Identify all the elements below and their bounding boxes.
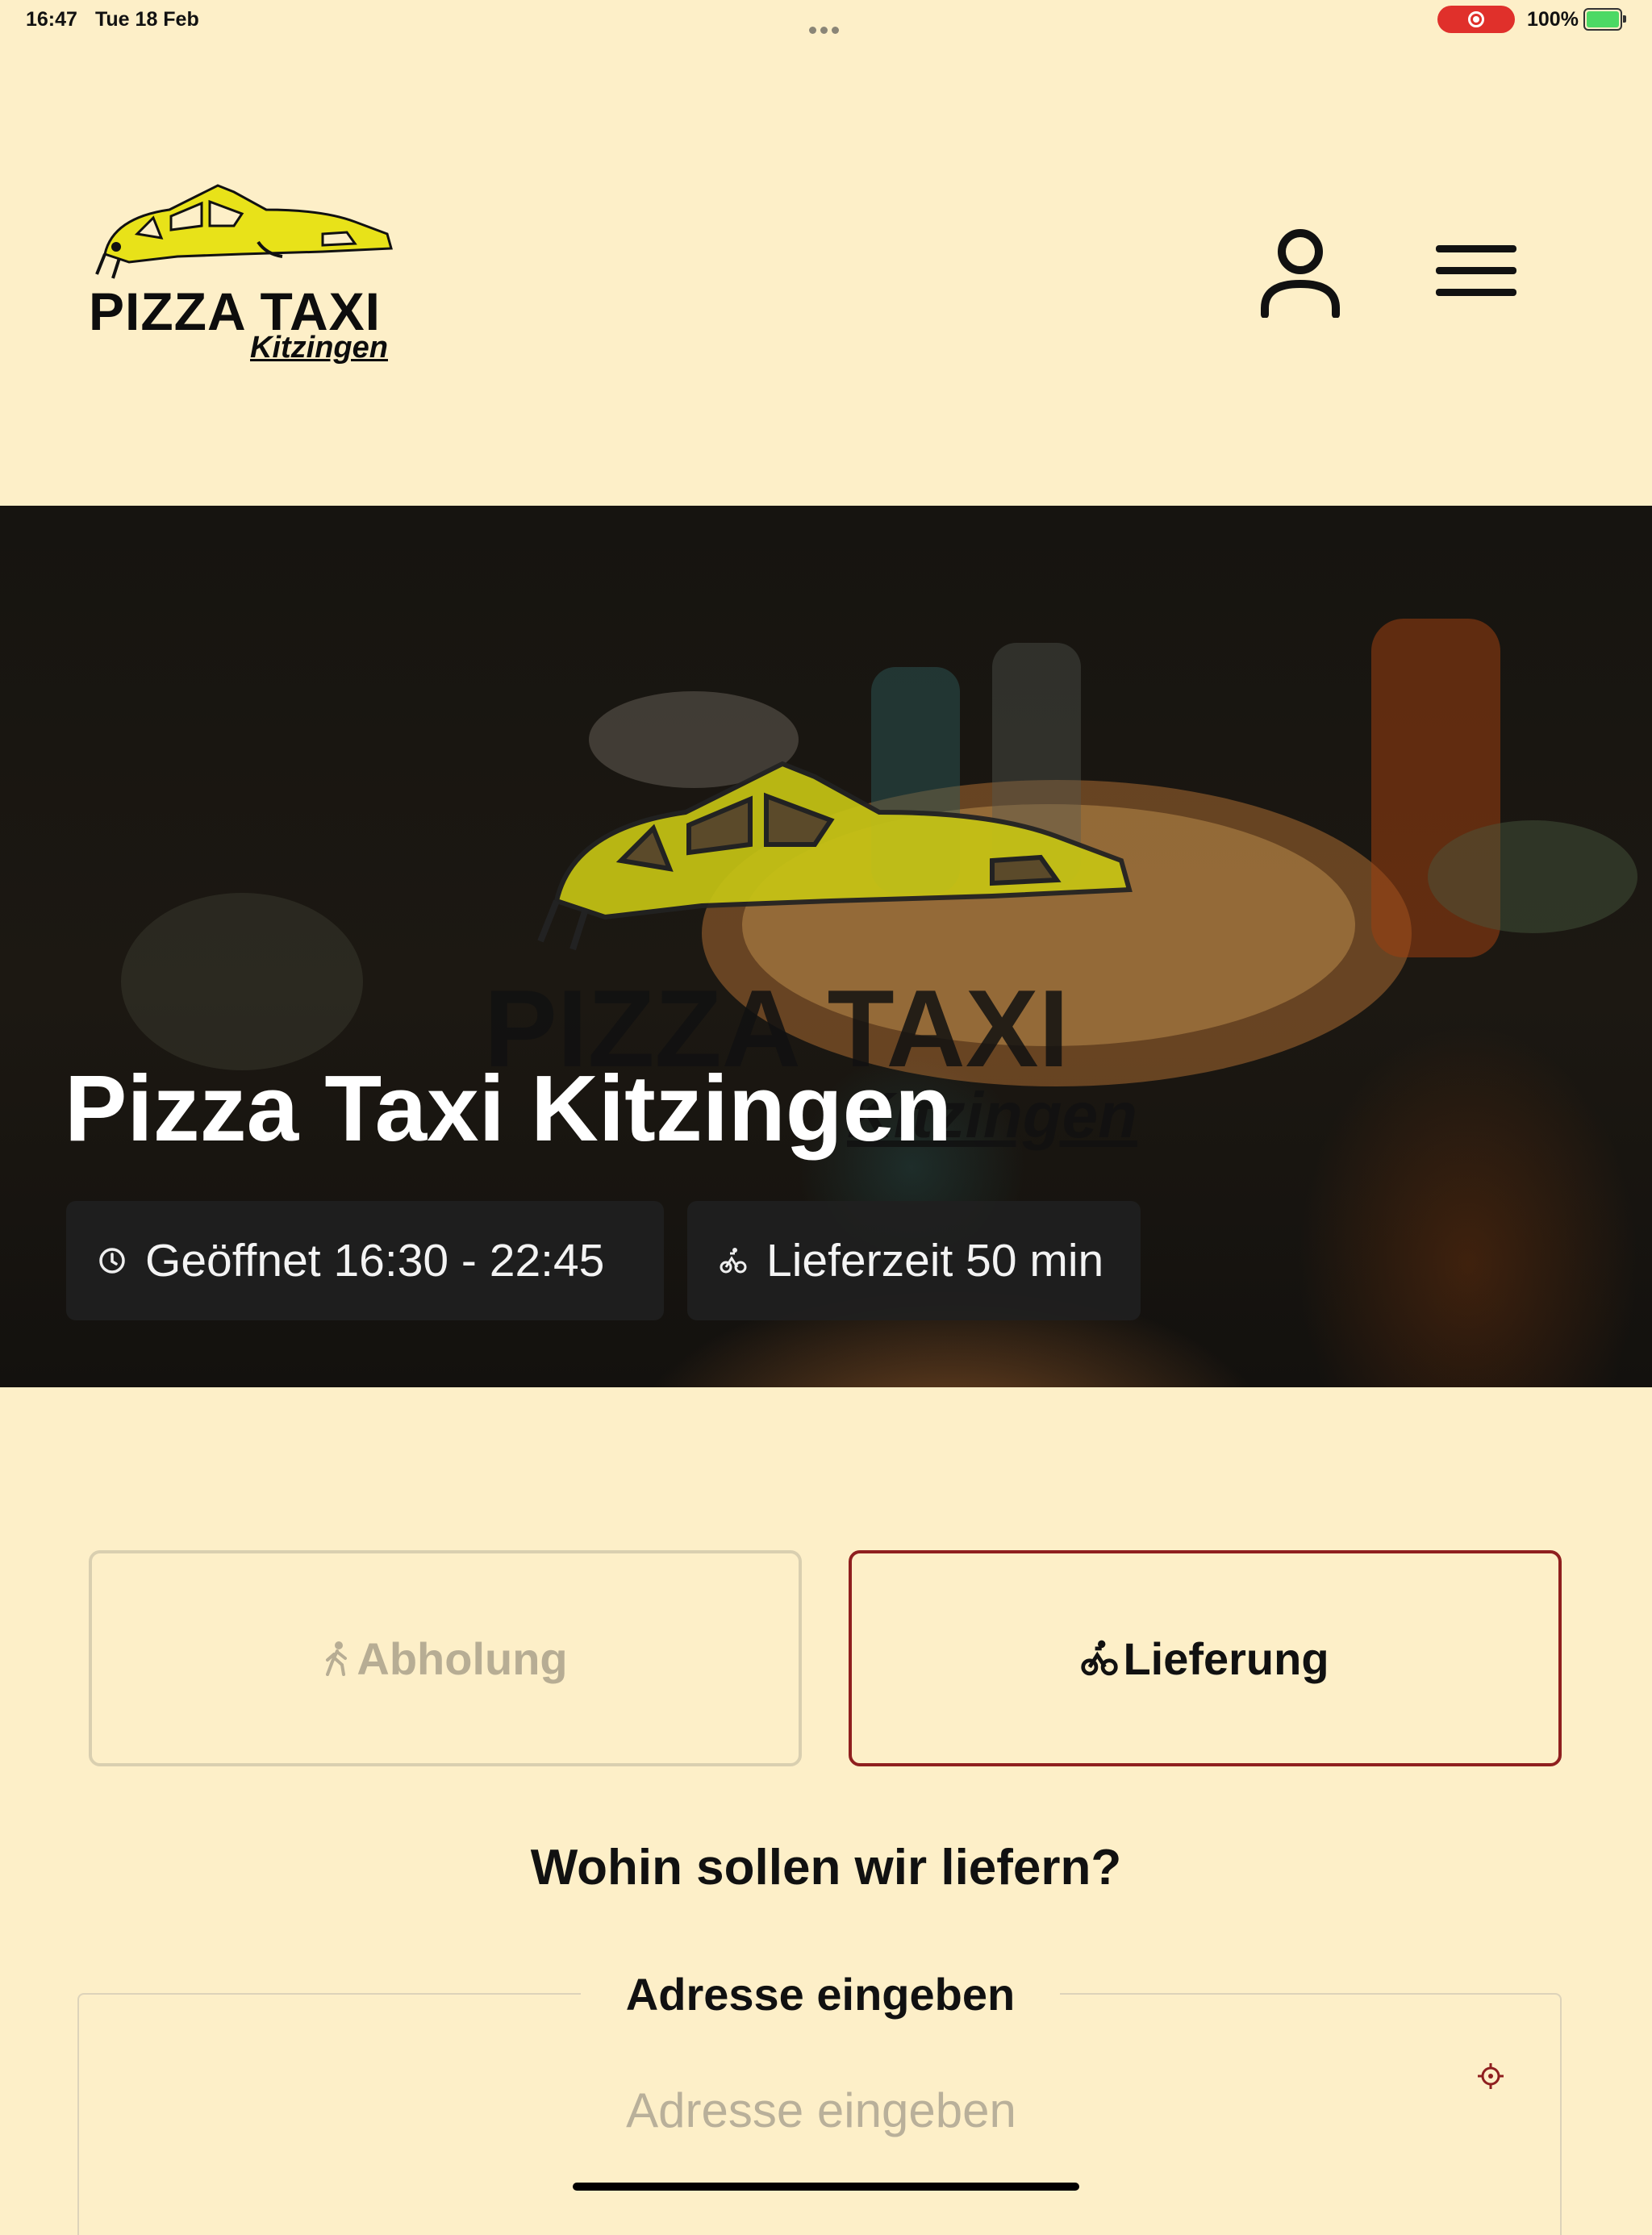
pickup-toggle-button[interactable]: Abholung xyxy=(89,1550,802,1766)
restaurant-title: Pizza Taxi Kitzingen xyxy=(65,1056,953,1161)
delivery-question: Wohin sollen wir liefern? xyxy=(530,1840,1122,1895)
crosshair-locate-icon xyxy=(1478,2063,1504,2089)
pickup-label: Abholung xyxy=(357,1632,568,1684)
battery-icon xyxy=(1583,8,1626,31)
taxi-car-logo-icon xyxy=(95,184,393,279)
bike-courier-icon xyxy=(1081,1640,1119,1676)
address-input[interactable] xyxy=(77,2073,1565,2147)
status-date: Tue 18 Feb xyxy=(95,8,199,31)
status-time: 16:47 xyxy=(26,8,77,31)
hamburger-menu-icon xyxy=(1436,245,1516,296)
delivery-label: Lieferung xyxy=(1123,1632,1329,1684)
multitasking-dots-icon[interactable] xyxy=(809,16,843,34)
home-indicator[interactable] xyxy=(573,2183,1079,2191)
delivery-time-chip: Lieferzeit 50 min xyxy=(687,1201,1141,1320)
screen-recording-icon[interactable] xyxy=(1437,6,1515,33)
hero-banner: PIZZA TAXI Kitzingen Pizza Taxi Kitzinge… xyxy=(0,506,1652,1387)
clock-icon xyxy=(99,1248,125,1274)
opening-hours-chip: Geöffnet 16:30 - 22:45 xyxy=(66,1201,664,1320)
user-icon xyxy=(1261,229,1340,319)
status-bar: 16:47 Tue 18 Feb 100% xyxy=(0,0,1652,39)
opening-hours-text: Geöffnet 16:30 - 22:45 xyxy=(145,1235,605,1286)
address-field-legend: Adresse eingeben xyxy=(581,1968,1060,2020)
delivery-toggle-button[interactable]: Lieferung xyxy=(849,1550,1562,1766)
logo-subtitle: Kitzingen xyxy=(250,331,388,365)
delivery-time-text: Lieferzeit 50 min xyxy=(766,1235,1104,1286)
main-menu-button[interactable] xyxy=(1434,242,1518,302)
battery-percentage: 100% xyxy=(1527,8,1579,31)
user-account-button[interactable] xyxy=(1258,227,1342,322)
locate-me-button[interactable] xyxy=(1476,2062,1505,2095)
walking-person-icon xyxy=(326,1641,348,1676)
bike-courier-icon xyxy=(720,1248,747,1274)
brand-logo[interactable]: PIZZA TAXI Kitzingen xyxy=(81,177,403,371)
taxi-car-watermark-icon xyxy=(537,761,1133,951)
